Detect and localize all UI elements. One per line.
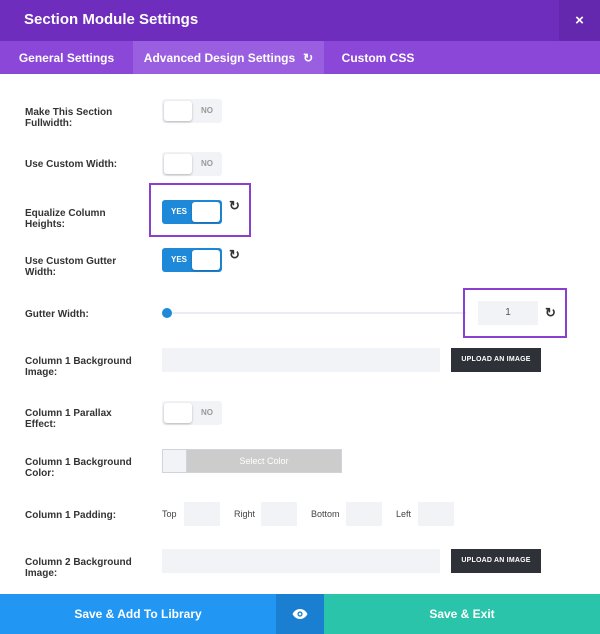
eye-icon (292, 609, 308, 619)
equalize-toggle[interactable]: YES (162, 200, 222, 224)
gutter-width-slider-handle[interactable] (162, 308, 172, 318)
toggle-knob (164, 101, 192, 121)
equalize-label: Equalize Column Heights: (25, 208, 106, 230)
modal-title: Section Module Settings (24, 11, 199, 28)
padding-left-label: Left (396, 509, 412, 519)
col1-color-picker[interactable]: Select Color (162, 449, 342, 473)
col1-bg-image-label: Column 1 Background Image: (25, 356, 132, 378)
tab-label: Custom CSS (341, 50, 415, 65)
tab-label: Advanced Design Settings (143, 50, 296, 65)
save-add-to-library-button[interactable]: Save & Add To Library (0, 594, 276, 634)
padding-right-label: Right (234, 509, 256, 519)
tab-advanced-design-settings[interactable]: Advanced Design Settings ↻ (133, 41, 324, 74)
fullwidth-label: Make This Section Fullwidth: (25, 107, 113, 129)
color-swatch[interactable] (163, 450, 187, 472)
toggle-knob (164, 403, 192, 423)
col2-bg-image-label: Column 2 Background Image: (25, 557, 132, 579)
custom-width-toggle[interactable]: NO (162, 152, 222, 176)
toggle-knob (164, 154, 192, 174)
toggle-knob (192, 250, 220, 270)
col2-upload-image-button[interactable]: UPLOAD AN IMAGE (451, 549, 541, 573)
gutter-width-slider-track[interactable] (166, 312, 466, 314)
select-color-button[interactable]: Select Color (187, 450, 341, 472)
col1-upload-image-button[interactable]: UPLOAD AN IMAGE (451, 348, 541, 372)
gutter-width-label: Gutter Width: (25, 309, 89, 320)
tab-custom-css[interactable]: Custom CSS (324, 41, 432, 74)
custom-gutter-toggle[interactable]: YES (162, 248, 222, 272)
tab-general-settings[interactable]: General Settings (0, 41, 133, 74)
toggle-state: YES (171, 255, 188, 264)
col1-parallax-label: Column 1 Parallax Effect: (25, 408, 112, 430)
padding-right-input[interactable] (261, 502, 297, 526)
custom-width-label: Use Custom Width: (25, 159, 118, 170)
col1-padding-label: Column 1 Padding: (25, 510, 117, 521)
col1-bg-color-label: Column 1 Background Color: (25, 457, 132, 479)
col1-bg-image-url-input[interactable] (162, 348, 440, 372)
col2-bg-image-url-input[interactable] (162, 549, 440, 573)
preview-eye-icon[interactable] (276, 594, 324, 634)
modal-header: Section Module Settings × (0, 0, 600, 41)
tab-label: General Settings (18, 50, 115, 65)
toggle-state: NO (201, 106, 213, 115)
reset-icon[interactable]: ↻ (229, 247, 240, 263)
padding-bottom-input[interactable] (346, 502, 382, 526)
toggle-knob (192, 202, 220, 222)
fullwidth-toggle[interactable]: NO (162, 99, 222, 123)
toggle-state: YES (171, 207, 188, 216)
col1-parallax-toggle[interactable]: NO (162, 401, 222, 425)
save-and-exit-button[interactable]: Save & Exit (324, 594, 600, 634)
gutter-width-input[interactable]: 1 (478, 301, 538, 325)
reset-icon[interactable]: ↻ (545, 305, 556, 321)
modal-footer: Save & Add To Library Save & Exit (0, 594, 600, 634)
reset-icon[interactable]: ↻ (303, 51, 313, 65)
padding-bottom-label: Bottom (311, 509, 340, 519)
toggle-state: NO (201, 159, 213, 168)
custom-gutter-label: Use Custom Gutter Width: (25, 256, 117, 278)
tab-bar: General Settings Advanced Design Setting… (0, 41, 600, 74)
padding-top-label: Top (162, 509, 177, 519)
close-icon[interactable]: × (559, 0, 600, 41)
padding-left-input[interactable] (418, 502, 454, 526)
padding-top-input[interactable] (184, 502, 220, 526)
toggle-state: NO (201, 408, 213, 417)
reset-icon[interactable]: ↻ (229, 198, 240, 214)
